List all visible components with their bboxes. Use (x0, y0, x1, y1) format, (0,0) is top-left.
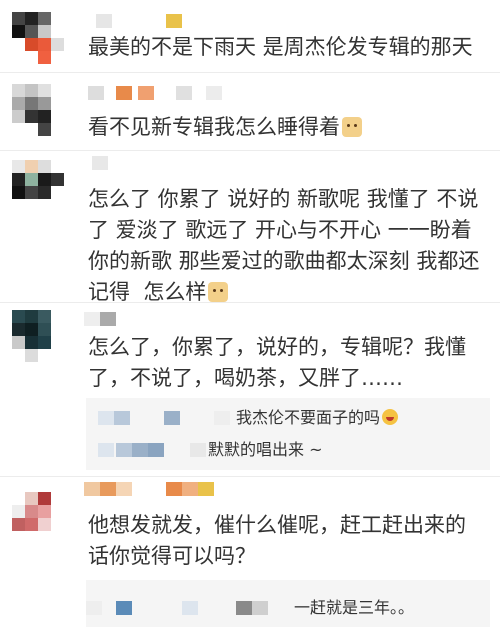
avatar[interactable] (12, 84, 64, 136)
comment-text: 最美的不是下雨天 是周杰伦发专辑的那天 (88, 35, 473, 59)
reply-text: 我杰伦不要面子的吗 (236, 406, 399, 430)
username-blurred[interactable] (88, 86, 228, 100)
divider (0, 476, 500, 477)
username-blurred[interactable] (88, 156, 148, 170)
username-blurred[interactable] (84, 312, 134, 326)
reply-text: 一赶就是三年。。 (294, 598, 415, 617)
comment-text: 怎么了 你累了 说好的 新歌呢 我懂了 不说了 爱淡了 歌远了 开心与不开心 一… (88, 187, 480, 304)
avatar[interactable] (12, 492, 64, 544)
reply-item[interactable]: 一赶就是三年。。 (86, 596, 490, 620)
reply-box: 一赶就是三年。。 (86, 580, 490, 627)
username-blurred[interactable] (84, 482, 224, 496)
comment-text: 他想发就发，催什么催呢，赶工赶出来的话你觉得可以吗？ (88, 513, 466, 568)
cat-emoji (208, 282, 229, 302)
comment-text: 怎么了，你累了，说好的，专辑呢？我懂了，不说了，喝奶茶，又胖了…… (88, 335, 466, 390)
avatar[interactable] (12, 310, 64, 362)
reply-box: 我杰伦不要面子的吗 默默的唱出来 ~ (86, 398, 490, 470)
divider (0, 150, 500, 151)
divider (0, 302, 500, 303)
username-blurred[interactable] (88, 14, 198, 28)
comment-text: 看不见新专辑我怎么睡得着 (88, 112, 482, 143)
avatar[interactable] (12, 12, 64, 64)
laugh-emoji (382, 409, 399, 425)
doge-emoji (342, 117, 362, 137)
avatar[interactable] (12, 160, 64, 212)
reply-item[interactable]: 默默的唱出来 ~ (86, 438, 490, 462)
divider (0, 72, 500, 73)
reply-text: 默默的唱出来 ~ (208, 440, 323, 459)
reply-item[interactable]: 我杰伦不要面子的吗 (86, 406, 490, 430)
